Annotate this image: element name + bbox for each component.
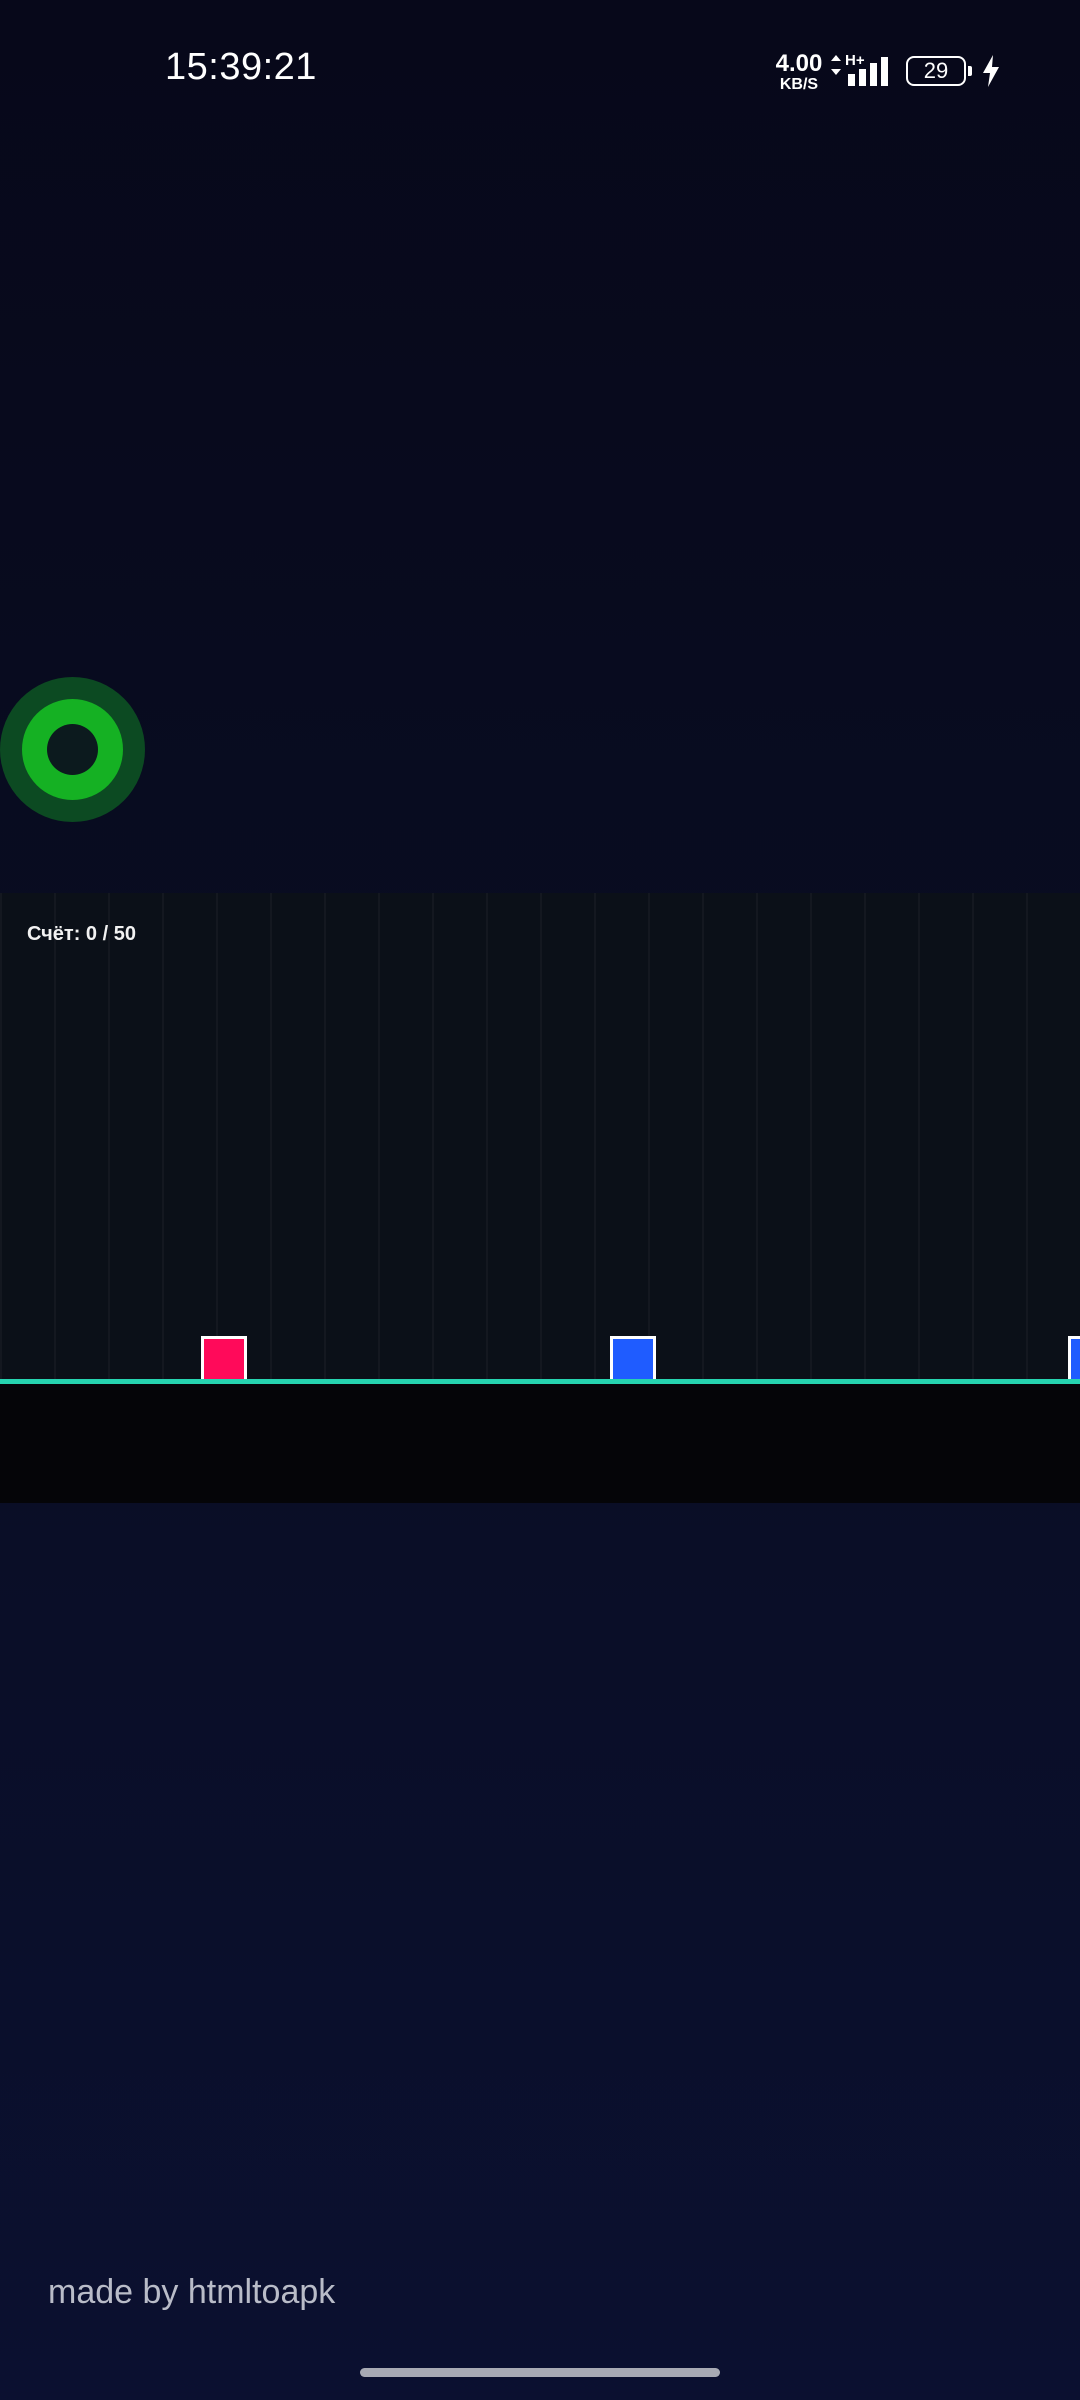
status-bar: 15:39:21 4.00 KB/S H+ 29 [0,0,1080,140]
data-transfer-arrows-icon [831,55,841,75]
home-indicator[interactable] [360,2368,720,2377]
network-speed-unit: KB/S [779,76,819,93]
status-time: 15:39:21 [165,46,317,88]
player-block [201,1336,247,1382]
battery-icon: 29 [906,56,966,86]
floor [0,1384,1080,1503]
network-speed: 4.00 KB/S [772,52,826,93]
signal-strength-icon [848,57,888,86]
charging-bolt-icon [983,55,999,87]
battery-cap [968,66,972,76]
obstacle-block [1068,1336,1080,1382]
made-by-credit: made by htmltoapk [48,2273,336,2311]
joystick-center [47,724,98,775]
joystick-ring [22,699,123,800]
network-speed-value: 4.00 [775,50,823,77]
game-canvas[interactable]: Счёт: 0 / 50 [0,893,1080,1503]
score-counter: Счёт: 0 / 50 [27,923,136,945]
battery-level: 29 [923,58,949,83]
obstacle-block [610,1336,656,1382]
joystick-button[interactable] [0,677,145,822]
